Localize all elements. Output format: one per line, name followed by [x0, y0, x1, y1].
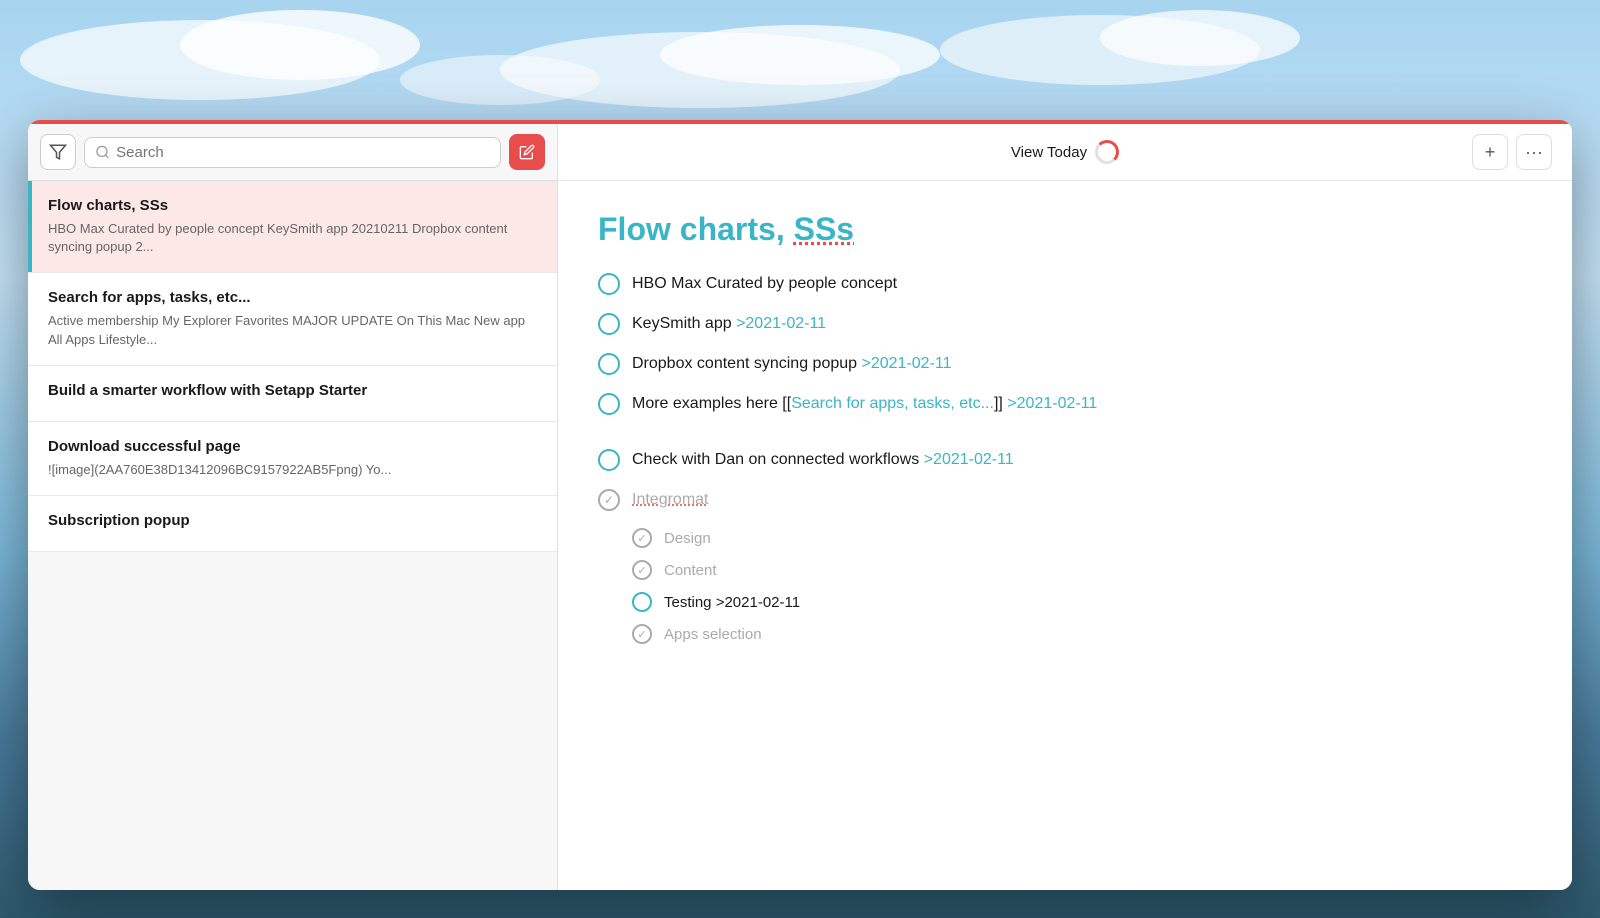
task-text: More examples here [[Search for apps, ta… — [632, 392, 1097, 416]
sub-task-text: Apps selection — [664, 626, 762, 643]
sub-circle-done[interactable] — [632, 560, 652, 580]
note-internal-link[interactable]: Search for apps, tasks, etc... — [791, 395, 994, 412]
sidebar-item[interactable]: Flow charts, SSs HBO Max Curated by peop… — [28, 181, 557, 273]
sidebar-header — [28, 124, 557, 181]
task-text: HBO Max Curated by people concept — [632, 272, 897, 296]
search-icon — [95, 144, 110, 160]
more-button[interactable]: ··· — [1516, 134, 1552, 170]
sub-circle-done[interactable] — [632, 528, 652, 548]
task-circle-completed[interactable] — [598, 489, 620, 511]
task-item: Check with Dan on connected workflows >2… — [598, 448, 1532, 472]
task-text-integromat: Integromat — [632, 488, 708, 512]
sub-task-item: Content — [632, 560, 1532, 580]
task-text-after: ]] — [994, 395, 1003, 412]
sub-task-text: Testing >2021-02-11 — [664, 594, 800, 611]
sidebar-item-title: Search for apps, tasks, etc... — [48, 289, 537, 306]
sub-task-text: Design — [664, 530, 711, 547]
sidebar-item[interactable]: Build a smarter workflow with Setapp Sta… — [28, 366, 557, 422]
filter-button[interactable] — [40, 134, 76, 170]
sub-circle-active[interactable] — [632, 592, 652, 612]
loading-spinner — [1095, 140, 1119, 164]
content-area: View Today + ··· Flow charts, SSs — [558, 124, 1572, 890]
sub-circle-done[interactable] — [632, 624, 652, 644]
task-text: KeySmith app >2021-02-11 — [632, 312, 826, 336]
sidebar-list: Flow charts, SSs HBO Max Curated by peop… — [28, 181, 557, 890]
task-date-link[interactable]: >2021-02-11 — [924, 451, 1014, 468]
task-text: Check with Dan on connected workflows >2… — [632, 448, 1014, 472]
sidebar-item-title: Flow charts, SSs — [48, 197, 537, 214]
edit-icon — [519, 144, 535, 160]
sidebar-item[interactable]: Subscription popup — [28, 496, 557, 552]
add-button[interactable]: + — [1472, 134, 1508, 170]
task-circle[interactable] — [598, 313, 620, 335]
task-text: Dropbox content syncing popup >2021-02-1… — [632, 352, 952, 376]
task-item: More examples here [[Search for apps, ta… — [598, 392, 1532, 416]
sidebar-item-preview: HBO Max Curated by people concept KeySmi… — [48, 220, 537, 256]
task-circle[interactable] — [598, 393, 620, 415]
task-item: KeySmith app >2021-02-11 — [598, 312, 1532, 336]
app-window: Flow charts, SSs HBO Max Curated by peop… — [28, 120, 1572, 890]
edit-button[interactable] — [509, 134, 545, 170]
search-box[interactable] — [84, 137, 501, 168]
sub-task-item: Testing >2021-02-11 — [632, 592, 1532, 612]
search-input[interactable] — [116, 144, 490, 161]
task-circle[interactable] — [598, 353, 620, 375]
sidebar-item-preview: ![image](2AA760E38D13412096BC9157922AB5F… — [48, 461, 537, 479]
header-actions: + ··· — [1472, 134, 1552, 170]
view-today-button[interactable]: View Today — [1011, 140, 1119, 164]
task-item: Integromat — [598, 488, 1532, 512]
section-gap — [598, 432, 1532, 448]
task-date-link[interactable]: >2021-02-11 — [1007, 395, 1097, 412]
sidebar-item-preview: Active membership My Explorer Favorites … — [48, 312, 537, 348]
view-today-label: View Today — [1011, 144, 1087, 161]
sub-task-item: Design — [632, 528, 1532, 548]
task-date-link[interactable]: >2021-02-11 — [716, 594, 800, 611]
sidebar-item-title: Subscription popup — [48, 512, 537, 529]
task-date-link[interactable]: >2021-02-11 — [862, 355, 952, 372]
clouds — [0, 0, 1600, 120]
note-body: Flow charts, SSs HBO Max Curated by peop… — [558, 181, 1572, 890]
sidebar: Flow charts, SSs HBO Max Curated by peop… — [28, 124, 558, 890]
note-title: Flow charts, SSs — [598, 211, 1532, 248]
sub-tasks: Design Content Testing >2021-0 — [632, 528, 1532, 644]
sidebar-item[interactable]: Search for apps, tasks, etc... Active me… — [28, 273, 557, 365]
sidebar-item-title: Download successful page — [48, 438, 537, 455]
note-title-part1: Flow charts, — [598, 211, 794, 247]
note-tasks: HBO Max Curated by people concept KeySmi… — [598, 272, 1532, 644]
task-date-link[interactable]: >2021-02-11 — [736, 315, 826, 332]
content-header: View Today + ··· — [558, 124, 1572, 181]
sub-task-text: Content — [664, 562, 717, 579]
sidebar-item-title: Build a smarter workflow with Setapp Sta… — [48, 382, 537, 399]
task-item: Dropbox content syncing popup >2021-02-1… — [598, 352, 1532, 376]
sub-task-item: Apps selection — [632, 624, 1532, 644]
task-circle[interactable] — [598, 273, 620, 295]
note-title-part2: SSs — [794, 211, 854, 247]
task-text-before: More examples here [[ — [632, 395, 791, 412]
task-item: HBO Max Curated by people concept — [598, 272, 1532, 296]
sidebar-item[interactable]: Download successful page ![image](2AA760… — [28, 422, 557, 496]
filter-icon — [49, 143, 67, 161]
task-circle[interactable] — [598, 449, 620, 471]
